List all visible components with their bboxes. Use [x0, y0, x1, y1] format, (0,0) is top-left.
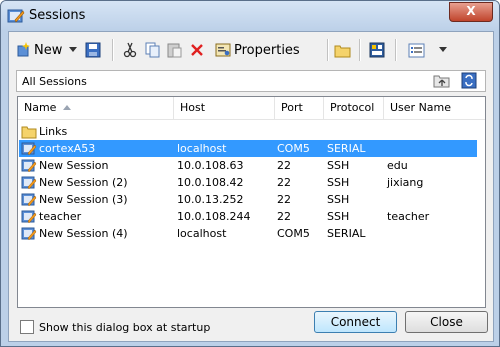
- column-header-name[interactable]: Name: [18, 97, 174, 119]
- toolbar: New Properties: [9, 32, 493, 68]
- session-port: COM5: [277, 142, 310, 155]
- list-header: Name Host Port Protocol User Name: [18, 97, 485, 120]
- folder-icon: [334, 45, 351, 57]
- cut-button[interactable]: [123, 39, 137, 61]
- startup-checkbox-label: Show this dialog box at startup: [39, 320, 211, 334]
- scissors-icon: [123, 42, 137, 58]
- close-button[interactable]: Close: [405, 311, 488, 333]
- session-protocol: SERIAL: [327, 227, 366, 240]
- startup-checkbox-row[interactable]: Show this dialog box at startup: [20, 320, 210, 334]
- session-icon: [21, 193, 37, 207]
- list-view-icon: [408, 43, 425, 57]
- sort-ascending-icon: [63, 105, 71, 110]
- session-name: New Session (2): [39, 176, 128, 189]
- chevron-down-icon: [439, 47, 447, 52]
- connect-button[interactable]: Connect: [314, 311, 397, 333]
- session-port: COM5: [277, 227, 310, 240]
- session-icon: [21, 142, 37, 156]
- session-row[interactable]: cortexA53 localhost COM5 SERIAL: [19, 140, 477, 157]
- session-protocol: SSH: [327, 176, 350, 189]
- session-port: 22: [277, 176, 291, 189]
- session-row[interactable]: New Session 10.0.108.63 22 SSH edu: [19, 157, 477, 174]
- window-close-button[interactable]: X: [449, 2, 493, 22]
- toolbar-separator: [327, 39, 329, 61]
- session-row[interactable]: New Session (3) 10.0.13.252 22 SSH: [19, 191, 477, 208]
- sessions-window: Sessions X New Properties All Sessions N…: [0, 0, 500, 347]
- session-port: 22: [277, 193, 291, 206]
- session-name: Links: [39, 125, 68, 138]
- copy-button[interactable]: [145, 39, 161, 61]
- folder-row[interactable]: Links: [19, 123, 477, 140]
- properties-label: Properties: [234, 42, 300, 58]
- column-header-user-name[interactable]: User Name: [384, 97, 485, 119]
- session-icon: [21, 176, 37, 190]
- keymap-icon: [369, 42, 385, 58]
- save-button[interactable]: [85, 39, 103, 61]
- window-title: Sessions: [29, 8, 86, 23]
- session-row[interactable]: teacher 10.0.108.244 22 SSH teacher: [19, 208, 477, 225]
- new-session-button[interactable]: New: [15, 39, 62, 61]
- session-row[interactable]: New Session (4) localhost COM5 SERIAL: [19, 225, 477, 242]
- session-icon: [21, 227, 37, 241]
- session-port: 22: [277, 159, 291, 172]
- path-text: All Sessions: [22, 75, 87, 88]
- startup-checkbox[interactable]: [20, 320, 34, 334]
- session-name: teacher: [39, 210, 82, 223]
- session-host: localhost: [177, 142, 227, 155]
- column-header-host[interactable]: Host: [174, 97, 275, 119]
- session-host: 10.0.13.252: [177, 193, 244, 206]
- delete-icon: [191, 44, 203, 56]
- session-protocol: SERIAL: [327, 142, 366, 155]
- column-header-label: Name: [24, 101, 57, 114]
- properties-button[interactable]: Properties: [215, 39, 300, 61]
- session-name: New Session (4): [39, 227, 128, 240]
- chevron-down-icon: [69, 47, 77, 52]
- session-name: New Session: [39, 159, 109, 172]
- new-label: New: [34, 42, 63, 58]
- up-folder-icon: [433, 75, 450, 88]
- session-protocol: SSH: [327, 159, 350, 172]
- column-header-port[interactable]: Port: [275, 97, 324, 119]
- toolbar-separator: [359, 39, 361, 61]
- refresh-button[interactable]: [461, 72, 477, 92]
- sessions-app-icon: [7, 9, 25, 23]
- new-icon: [17, 42, 30, 57]
- paste-button[interactable]: [167, 39, 183, 61]
- properties-icon: [215, 43, 231, 57]
- session-host: 10.0.108.63: [177, 159, 244, 172]
- session-protocol: SSH: [327, 193, 350, 206]
- paste-icon: [167, 43, 182, 58]
- save-icon: [85, 42, 101, 58]
- session-host: 10.0.108.42: [177, 176, 244, 189]
- column-header-protocol[interactable]: Protocol: [324, 97, 384, 119]
- sessions-list[interactable]: Name Host Port Protocol User Name Links c…: [17, 96, 486, 308]
- session-name: New Session (3): [39, 193, 128, 206]
- session-row[interactable]: New Session (2) 10.0.108.42 22 SSH jixiang: [19, 174, 477, 191]
- dialog-body: New Properties All Sessions Name Host Po…: [8, 31, 494, 342]
- session-port: 22: [277, 210, 291, 223]
- new-folder-button[interactable]: [334, 39, 351, 61]
- title-bar: Sessions X: [1, 1, 499, 31]
- folder-icon: [21, 126, 37, 139]
- toolbar-separator: [112, 39, 114, 61]
- view-options-button[interactable]: [408, 39, 425, 61]
- copy-icon: [145, 42, 160, 58]
- delete-button[interactable]: [190, 39, 204, 61]
- session-user-name: jixiang: [387, 176, 424, 189]
- view-dropdown-button[interactable]: [439, 39, 447, 61]
- session-user-name: teacher: [387, 210, 430, 223]
- keymap-button[interactable]: [369, 39, 385, 61]
- up-folder-button[interactable]: [433, 72, 451, 92]
- toolbar-separator: [395, 39, 397, 61]
- session-icon: [21, 159, 37, 173]
- session-name: cortexA53: [39, 142, 96, 155]
- session-host: localhost: [177, 227, 227, 240]
- session-host: 10.0.108.244: [177, 210, 251, 223]
- new-dropdown-button[interactable]: [69, 39, 77, 61]
- session-icon: [21, 210, 37, 224]
- refresh-icon: [461, 72, 477, 89]
- session-protocol: SSH: [327, 210, 350, 223]
- session-user-name: edu: [387, 159, 408, 172]
- session-path-bar: All Sessions: [16, 70, 486, 92]
